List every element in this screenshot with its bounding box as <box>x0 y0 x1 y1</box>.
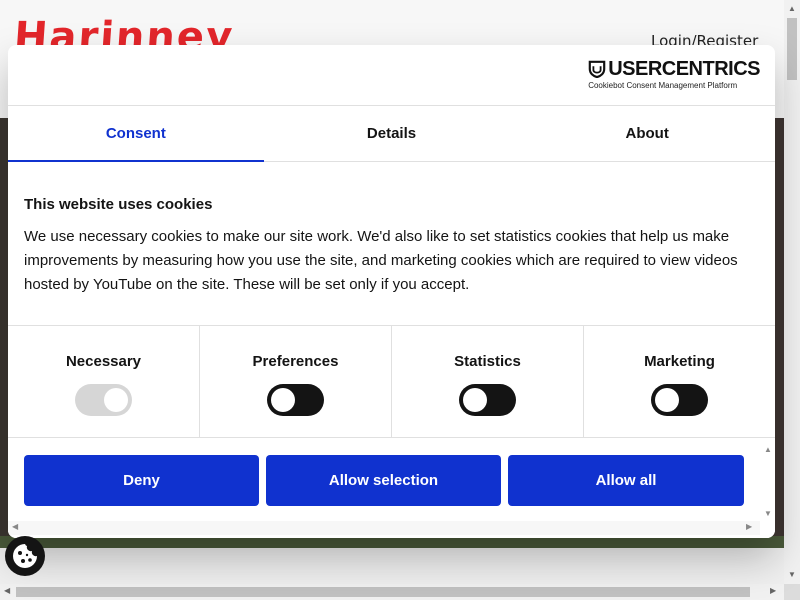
vertical-scrollbar[interactable]: ▲ ▼ <box>784 0 800 584</box>
category-label: Necessary <box>65 353 142 370</box>
dialog-tabs: Consent Details About <box>8 107 775 162</box>
category-statistics: Statistics <box>392 326 584 437</box>
scroll-left-arrow-icon[interactable]: ◀ <box>4 586 10 595</box>
scroll-right-arrow-icon[interactable]: ▶ <box>770 586 776 595</box>
deny-button[interactable]: Deny <box>24 455 259 506</box>
brand-subtitle: Cookiebot Consent Management Platform <box>588 81 738 90</box>
tab-about[interactable]: About <box>519 107 775 161</box>
category-label: Statistics <box>454 353 521 370</box>
statistics-toggle[interactable] <box>459 384 516 416</box>
scroll-down-arrow-icon[interactable]: ▼ <box>764 509 772 518</box>
category-marketing: Marketing <box>584 326 775 437</box>
toggle-knob <box>104 388 128 412</box>
dialog-vertical-scrollbar[interactable]: ▲ ▼ <box>760 439 775 521</box>
scrollbar-corner <box>784 584 800 600</box>
allow-selection-button[interactable]: Allow selection <box>266 455 501 506</box>
page-section <box>0 548 784 584</box>
category-label: Preferences <box>252 353 339 370</box>
cookie-categories: Necessary Preferences Statistics Marketi… <box>8 325 775 438</box>
usercentrics-brand[interactable]: USERCENTRICS Cookiebot Consent Managemen… <box>588 59 760 90</box>
scroll-left-arrow-icon[interactable]: ◀ <box>12 522 18 531</box>
toggle-knob <box>271 388 295 412</box>
scroll-right-arrow-icon[interactable]: ▶ <box>746 522 752 531</box>
allow-all-button[interactable]: Allow all <box>508 455 744 506</box>
scroll-up-arrow-icon[interactable]: ▲ <box>788 4 796 13</box>
dialog-heading: This website uses cookies <box>24 196 213 213</box>
consent-content: This website uses cookies We use necessa… <box>8 163 775 325</box>
toggle-knob <box>463 388 487 412</box>
tab-details[interactable]: Details <box>264 107 520 161</box>
brand-name: USERCENTRICS <box>608 58 760 80</box>
preferences-toggle[interactable] <box>267 384 324 416</box>
scroll-up-arrow-icon[interactable]: ▲ <box>764 445 772 454</box>
necessary-toggle <box>75 384 132 416</box>
cookie-icon <box>13 544 37 568</box>
marketing-toggle[interactable] <box>651 384 708 416</box>
cookie-settings-button[interactable] <box>5 536 45 576</box>
category-label: Marketing <box>644 353 715 370</box>
shield-icon <box>588 60 606 78</box>
dialog-horizontal-scrollbar[interactable]: ◀ ▶ <box>8 521 760 535</box>
dialog-buttons: Deny Allow selection Allow all ▲ ▼ ◀ ▶ <box>8 439 775 538</box>
category-necessary: Necessary <box>8 326 200 437</box>
horizontal-scrollbar[interactable]: ◀ ▶ <box>0 584 784 600</box>
tab-consent[interactable]: Consent <box>8 107 264 162</box>
horizontal-scroll-thumb[interactable] <box>16 587 750 597</box>
scroll-down-arrow-icon[interactable]: ▼ <box>788 570 796 579</box>
cookie-consent-dialog: USERCENTRICS Cookiebot Consent Managemen… <box>8 45 775 538</box>
category-preferences: Preferences <box>200 326 392 437</box>
dialog-header: USERCENTRICS Cookiebot Consent Managemen… <box>8 45 775 106</box>
dialog-body-text: We use necessary cookies to make our sit… <box>24 228 738 293</box>
toggle-knob <box>655 388 679 412</box>
vertical-scroll-thumb[interactable] <box>787 18 797 80</box>
